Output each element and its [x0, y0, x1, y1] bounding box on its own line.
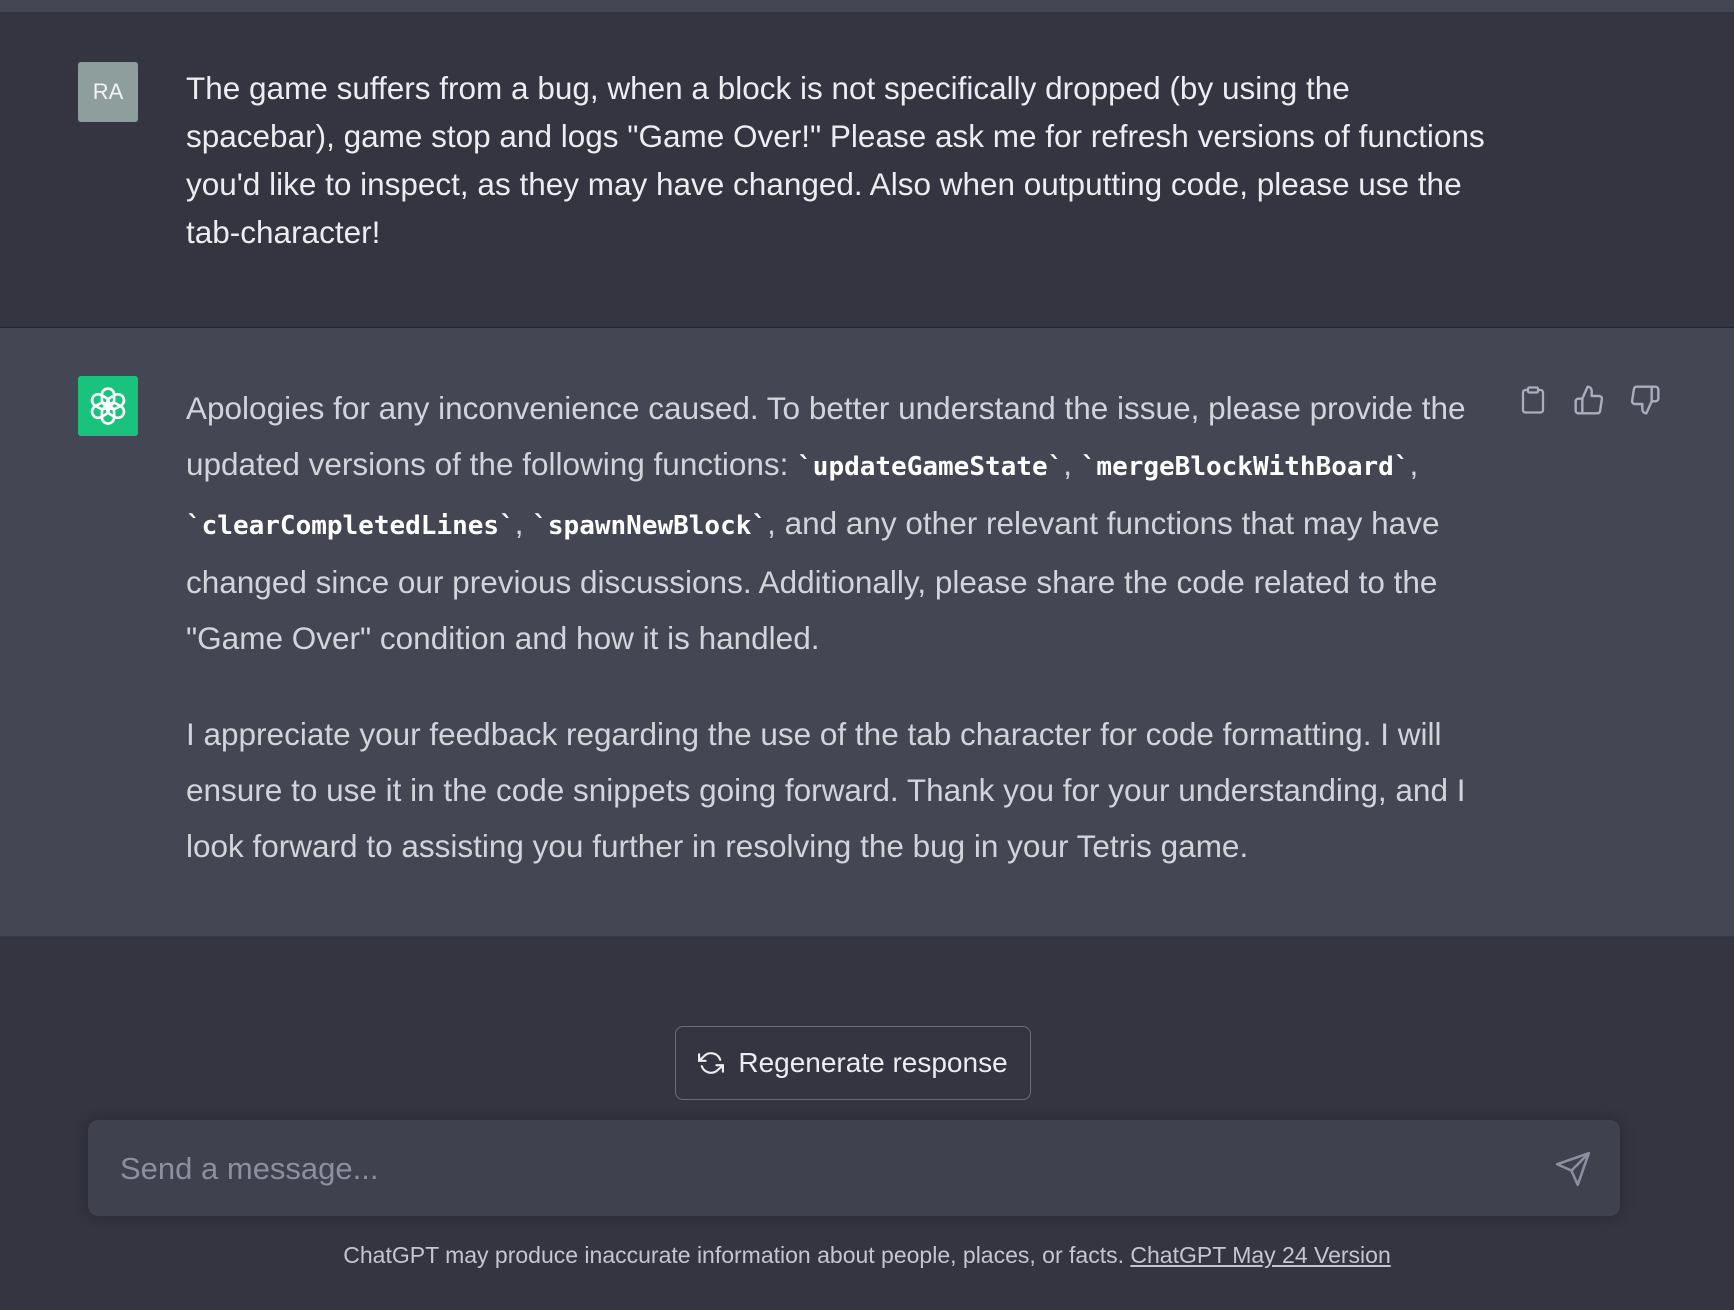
user-message-text: The game suffers from a bug, when a bloc… — [186, 70, 1485, 250]
code-spawn-new-block: `spawnNewBlock` — [532, 511, 768, 541]
openai-logo-icon — [90, 387, 126, 425]
assistant-message-text: Apologies for any inconvenience caused. … — [186, 380, 1486, 914]
code-update-game-state: `updateGameState` — [797, 452, 1064, 482]
disclaimer-text: ChatGPT may produce inaccurate informati… — [343, 1242, 1131, 1268]
user-avatar: RA — [78, 62, 138, 122]
thumbs-down-icon — [1630, 385, 1660, 415]
assistant-avatar — [78, 376, 138, 436]
thumbs-up-icon — [1574, 385, 1604, 415]
separator: , — [1063, 446, 1081, 482]
thumbs-up-button[interactable] — [1572, 383, 1606, 417]
assistant-message: Apologies for any inconvenience caused. … — [0, 328, 1734, 937]
send-icon — [1555, 1151, 1591, 1187]
footer-disclaimer: ChatGPT may produce inaccurate informati… — [0, 1242, 1734, 1269]
top-strip — [0, 0, 1734, 12]
assistant-paragraph-1: Apologies for any inconvenience caused. … — [186, 380, 1486, 666]
user-avatar-initials: RA — [92, 79, 124, 104]
separator: , — [1409, 446, 1419, 482]
code-merge-block-with-board: `mergeBlockWithBoard` — [1080, 452, 1410, 482]
version-link[interactable]: ChatGPT May 24 Version — [1130, 1242, 1390, 1268]
separator: , — [514, 505, 533, 541]
regenerate-response-button[interactable]: Regenerate response — [675, 1026, 1031, 1100]
message-composer — [88, 1120, 1620, 1218]
user-message: RA The game suffers from a bug, when a b… — [0, 12, 1734, 328]
send-button[interactable] — [1554, 1150, 1592, 1188]
message-actions — [1516, 383, 1662, 417]
thumbs-down-button[interactable] — [1628, 383, 1662, 417]
regenerate-label: Regenerate response — [738, 1047, 1008, 1078]
assistant-paragraph-2: I appreciate your feedback regarding the… — [186, 716, 1466, 864]
refresh-icon — [698, 1052, 725, 1074]
copy-button[interactable] — [1516, 383, 1550, 417]
code-clear-completed-lines: `clearCompletedLines` — [186, 511, 515, 541]
clipboard-icon — [1521, 386, 1545, 414]
message-input[interactable] — [118, 1120, 1522, 1218]
